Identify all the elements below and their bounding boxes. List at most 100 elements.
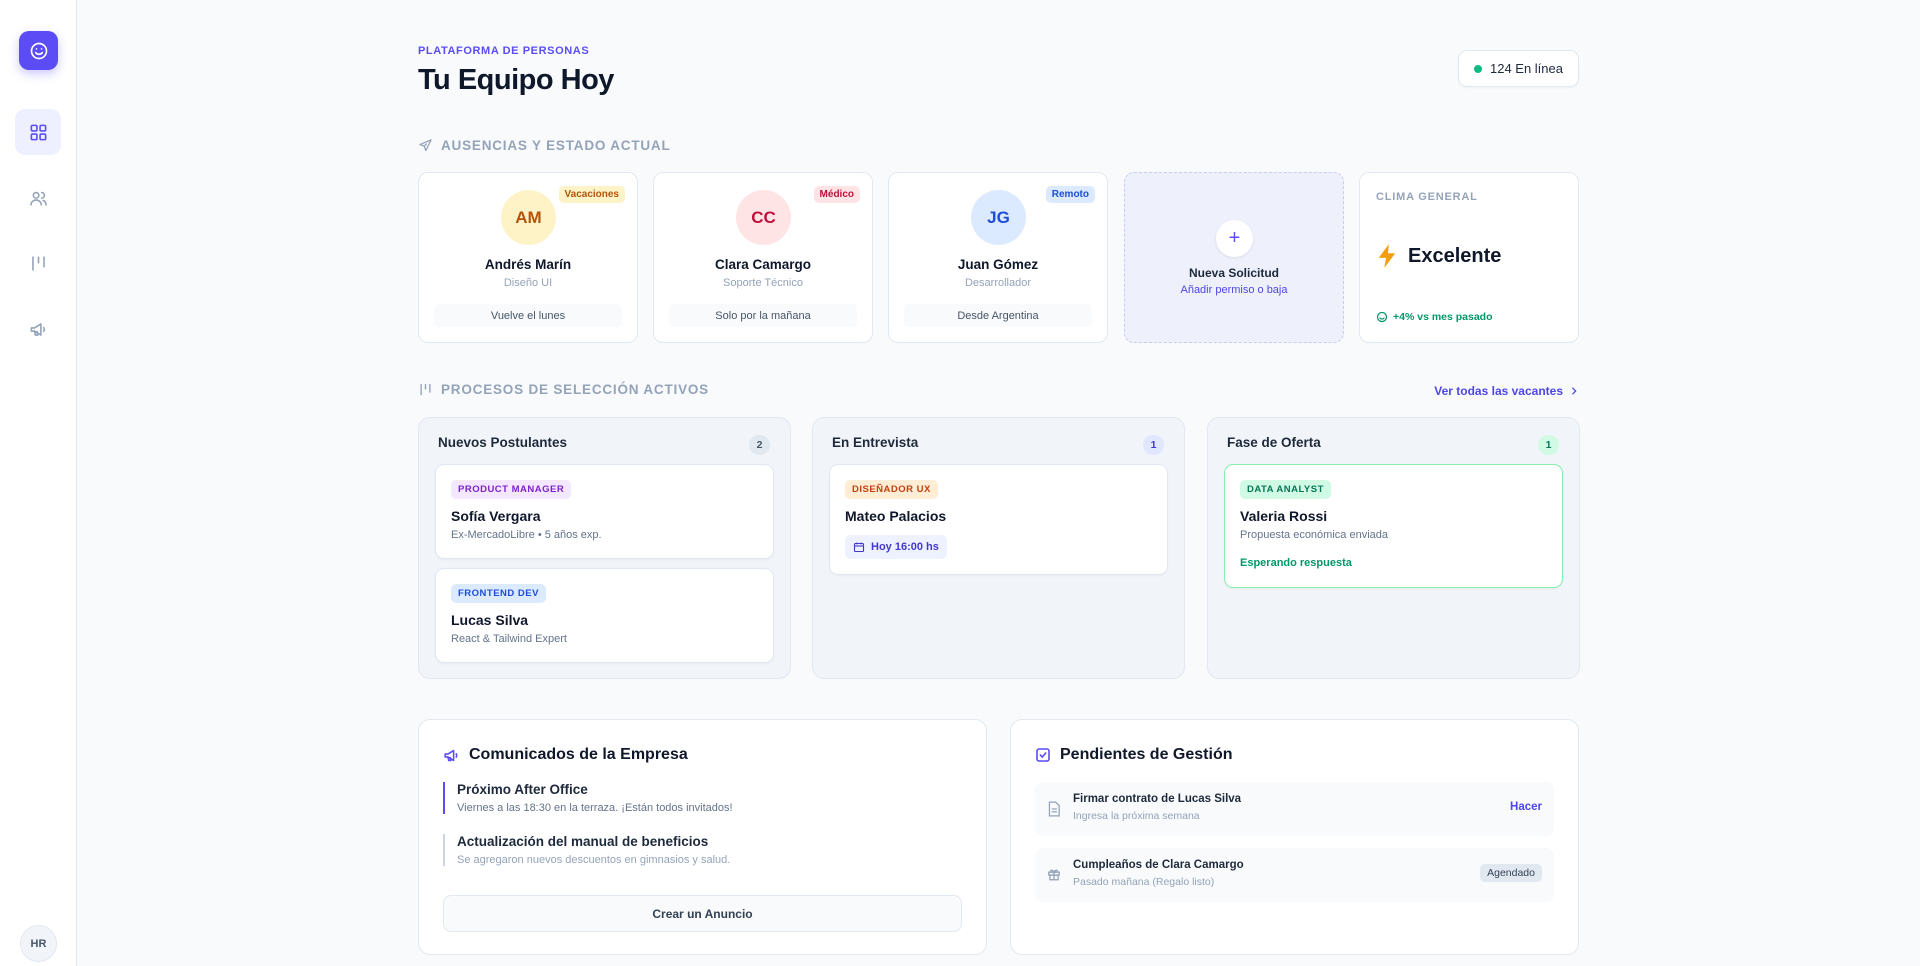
task-subtitle: Pasado mañana (Regalo listo) bbox=[1073, 876, 1215, 888]
person-name: Andrés Marín bbox=[484, 257, 572, 272]
task-item: Firmar contrato de Lucas Silva Ingresa l… bbox=[1035, 782, 1554, 836]
new-request-subtitle: Añadir permiso o baja bbox=[1180, 284, 1288, 296]
absence-card-andres[interactable]: Vacaciones AM Andrés Marín Diseño UI Vue… bbox=[418, 172, 638, 343]
announcement-title: Actualización del manual de beneficios bbox=[457, 834, 709, 849]
lightning-icon bbox=[1378, 244, 1396, 268]
role-tag: PRODUCT MANAGER bbox=[451, 480, 572, 499]
person-role: Diseño UI bbox=[503, 277, 553, 289]
role-tag: DISEÑADOR UX bbox=[845, 480, 938, 499]
online-count: 124 En línea bbox=[1489, 61, 1563, 76]
candidate-subtitle: Propuesta económica enviada bbox=[1240, 529, 1388, 541]
smile-icon bbox=[30, 42, 47, 59]
task-status-badge: Agendado bbox=[1480, 864, 1542, 882]
announcement-item[interactable]: Actualización del manual de beneficios S… bbox=[443, 834, 730, 866]
climate-value-text: Excelente bbox=[1408, 244, 1502, 267]
climate-trend-text: +4% vs mes pasado bbox=[1393, 311, 1493, 323]
megaphone-icon bbox=[444, 749, 458, 761]
absence-card-clara[interactable]: Médico CC Clara Camargo Soporte Técnico … bbox=[653, 172, 873, 343]
column-title: Nuevos Postulantes bbox=[438, 435, 568, 450]
gift-icon bbox=[1048, 869, 1060, 881]
column-count-badge: 1 bbox=[1538, 435, 1559, 455]
absence-note: Solo por la mañana bbox=[669, 304, 857, 327]
column-title: En Entrevista bbox=[832, 435, 919, 450]
candidate-card[interactable]: DISEÑADOR UX Mateo Palacios Hoy 16:00 hs bbox=[829, 464, 1168, 575]
absences-section-title: AUSENCIAS Y ESTADO ACTUAL bbox=[418, 138, 671, 153]
absence-badge: Médico bbox=[813, 186, 860, 203]
absence-note: Desde Argentina bbox=[904, 304, 1092, 327]
candidate-subtitle: Ex-MercadoLibre • 5 años exp. bbox=[451, 529, 602, 541]
climate-label: CLIMA GENERAL bbox=[1376, 191, 1478, 203]
candidate-name: Mateo Palacios bbox=[845, 508, 947, 524]
document-icon bbox=[1048, 801, 1060, 817]
users-icon bbox=[29, 191, 47, 206]
climate-value: Excelente bbox=[1376, 243, 1501, 269]
tasks-panel: Pendientes de Gestión Firmar contrato de… bbox=[1010, 719, 1579, 955]
absence-note: Vuelve el lunes bbox=[434, 304, 622, 327]
pipeline-column-interview: En Entrevista 1 DISEÑADOR UX Mateo Palac… bbox=[812, 417, 1185, 679]
announcement-item[interactable]: Próximo After Office Viernes a las 18:30… bbox=[443, 782, 733, 814]
person-role: Soporte Técnico bbox=[723, 277, 803, 289]
tasks-title-text: Pendientes de Gestión bbox=[1060, 746, 1233, 763]
kanban-icon bbox=[420, 383, 431, 396]
candidate-name: Sofía Vergara bbox=[451, 508, 541, 524]
view-all-label: Ver todas las vacantes bbox=[1434, 384, 1563, 398]
candidate-card[interactable]: FRONTEND DEV Lucas Silva React & Tailwin… bbox=[435, 568, 774, 663]
smile-icon bbox=[1376, 311, 1388, 323]
nav-dashboard[interactable] bbox=[15, 109, 61, 155]
tasks-title: Pendientes de Gestión bbox=[1035, 746, 1232, 764]
candidate-card[interactable]: PRODUCT MANAGER Sofía Vergara Ex-Mercado… bbox=[435, 464, 774, 559]
task-item: Cumpleaños de Clara Camargo Pasado mañan… bbox=[1035, 848, 1554, 902]
candidate-status: Esperando respuesta bbox=[1240, 557, 1352, 569]
nav-announcements[interactable] bbox=[15, 306, 61, 352]
avatar: CC bbox=[736, 190, 791, 245]
absences-section-label: AUSENCIAS Y ESTADO ACTUAL bbox=[441, 138, 671, 153]
announcement-body: Se agregaron nuevos descuentos en gimnas… bbox=[457, 854, 731, 866]
announcements-panel: Comunicados de la Empresa Próximo After … bbox=[418, 719, 987, 955]
pipeline-column-offer: Fase de Oferta 1 DATA ANALYST Valeria Ro… bbox=[1207, 417, 1580, 679]
online-status-badge: 124 En línea bbox=[1457, 50, 1579, 87]
task-subtitle: Ingresa la próxima semana bbox=[1073, 810, 1200, 822]
create-announcement-button[interactable]: Crear un Anuncio bbox=[443, 895, 962, 932]
task-title: Firmar contrato de Lucas Silva bbox=[1073, 793, 1242, 805]
megaphone-icon bbox=[30, 322, 45, 336]
plane-icon bbox=[419, 139, 432, 152]
announcement-body: Viernes a las 18:30 en la terraza. ¡Está… bbox=[457, 802, 733, 814]
announcements-title: Comunicados de la Empresa bbox=[443, 746, 688, 764]
announcement-title: Próximo After Office bbox=[457, 782, 588, 797]
absence-badge: Vacaciones bbox=[558, 186, 625, 203]
new-request-card[interactable]: + Nueva Solicitud Añadir permiso o baja bbox=[1124, 172, 1344, 343]
candidate-name: Valeria Rossi bbox=[1240, 508, 1328, 524]
checkbox-icon bbox=[1036, 748, 1050, 762]
nav-recruiting[interactable] bbox=[15, 240, 61, 286]
column-title: Fase de Oferta bbox=[1227, 435, 1321, 450]
user-avatar[interactable]: HR bbox=[20, 925, 57, 962]
app-logo[interactable] bbox=[19, 31, 58, 70]
grid-icon bbox=[30, 124, 46, 140]
online-dot-icon bbox=[1473, 64, 1482, 73]
role-tag: DATA ANALYST bbox=[1240, 480, 1331, 499]
chevron-right-icon bbox=[1572, 387, 1577, 395]
person-name: Juan Gómez bbox=[957, 257, 1039, 272]
announcements-title-text: Comunicados de la Empresa bbox=[469, 746, 688, 763]
person-name: Clara Camargo bbox=[714, 257, 812, 272]
view-all-vacancies-link[interactable]: Ver todas las vacantes bbox=[1434, 384, 1579, 398]
interview-time: Hoy 16:00 hs bbox=[871, 541, 939, 553]
role-tag: FRONTEND DEV bbox=[451, 584, 546, 603]
absence-card-juan[interactable]: Remoto JG Juan Gómez Desarrollador Desde… bbox=[888, 172, 1108, 343]
candidate-subtitle: React & Tailwind Expert bbox=[451, 633, 567, 645]
column-count-badge: 2 bbox=[749, 435, 770, 455]
page-title: Tu Equipo Hoy bbox=[418, 64, 614, 96]
nav-people[interactable] bbox=[15, 175, 61, 221]
task-do-button[interactable]: Hacer bbox=[1510, 801, 1542, 813]
pipeline-section-label: PROCESOS DE SELECCIÓN ACTIVOS bbox=[441, 382, 709, 397]
plus-icon: + bbox=[1216, 220, 1253, 257]
pipeline-column-new: Nuevos Postulantes 2 PRODUCT MANAGER Sof… bbox=[418, 417, 791, 679]
task-title: Cumpleaños de Clara Camargo bbox=[1073, 859, 1244, 871]
calendar-icon bbox=[853, 542, 865, 553]
climate-trend: +4% vs mes pasado bbox=[1376, 311, 1493, 323]
page-eyebrow: PLATAFORMA DE PERSONAS bbox=[418, 45, 590, 57]
column-count-badge: 1 bbox=[1143, 435, 1164, 455]
interview-time-chip: Hoy 16:00 hs bbox=[845, 535, 947, 559]
sidebar: HR bbox=[0, 0, 77, 966]
candidate-card[interactable]: DATA ANALYST Valeria Rossi Propuesta eco… bbox=[1224, 464, 1563, 588]
